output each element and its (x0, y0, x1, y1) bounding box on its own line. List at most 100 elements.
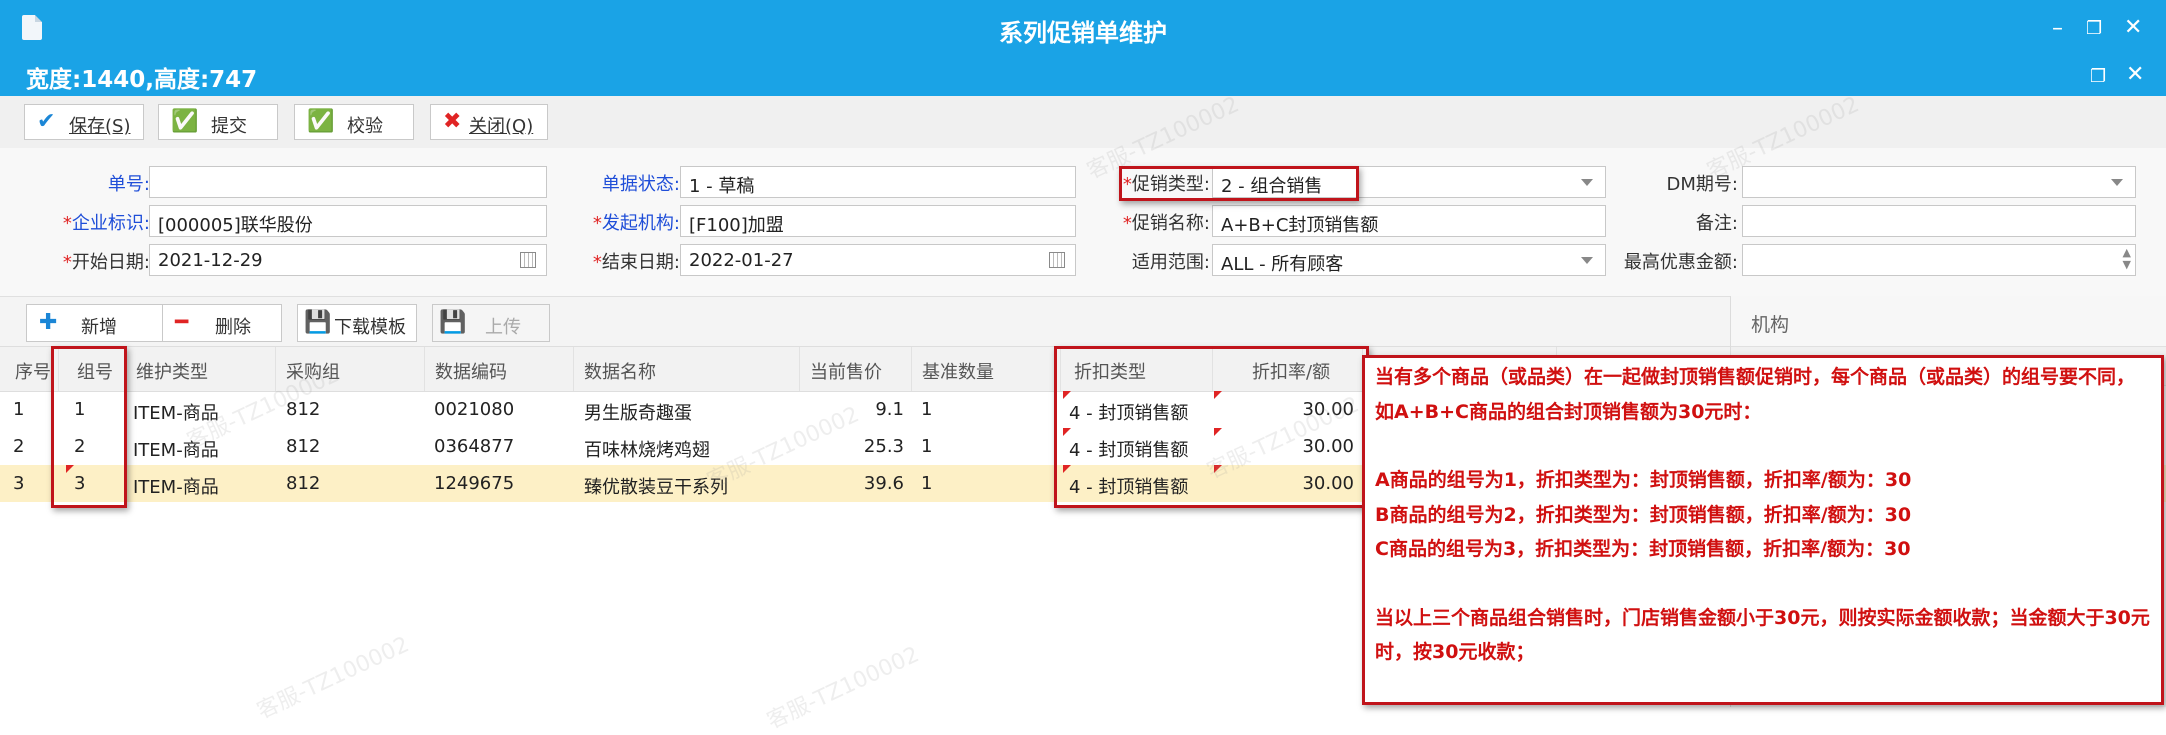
cell-data-name: 臻优散装豆干系列 (584, 477, 728, 498)
cell-data-code[interactable]: 0364877 (434, 436, 514, 457)
end-date-field[interactable]: 2022-01-27 (680, 244, 1076, 276)
highlight-group-column (51, 346, 127, 508)
org-panel-title: 机构 (1751, 314, 1790, 336)
column-divider (573, 347, 574, 391)
doc-no-field[interactable] (149, 166, 547, 198)
cell-purchase-group: 812 (286, 473, 321, 494)
col-base-qty[interactable]: 基准数量 (922, 358, 994, 384)
doc-no-label: 单号: (107, 174, 150, 195)
close-icon[interactable]: ✕ (2124, 17, 2142, 39)
circle-check-icon: ✅ (307, 109, 335, 134)
col-data-code[interactable]: 数据编码 (435, 358, 507, 384)
cell-price: 25.3 (863, 436, 904, 457)
close-label: 关闭(Q) (469, 116, 534, 137)
close-button[interactable]: ✖ 关闭(Q) (430, 104, 548, 140)
start-date-label-text: 开始日期: (71, 252, 150, 273)
company-label-text: 企业标识: (71, 213, 150, 234)
column-divider (911, 347, 912, 391)
promo-name-label-text: 促销名称: (1131, 213, 1210, 234)
doc-status-label: 单据状态: (601, 174, 680, 195)
watermark: 客服-TZ100002 (763, 642, 924, 735)
cell-seq: 2 (13, 436, 25, 457)
window-title: 系列促销单维护 (999, 19, 1167, 47)
max-discount-field[interactable]: ▲ ▼ (1742, 244, 2136, 276)
scope-select[interactable]: ALL - 所有顾客 (1212, 244, 1606, 276)
cell-data-name: 百味林烧烤鸡翅 (584, 440, 710, 461)
remark-label: 备注: (1695, 213, 1738, 234)
cell-seq: 1 (13, 399, 25, 420)
download-template-label: 下载模板 (334, 317, 406, 338)
column-divider (424, 347, 425, 391)
cell-data-code[interactable]: 0021080 (434, 399, 514, 420)
submit-label: 提交 (211, 116, 247, 137)
cell-base-qty[interactable]: 1 (921, 399, 932, 420)
spinner-icon[interactable]: ▲ ▼ (2123, 247, 2131, 271)
dm-period-label: DM期号: (1666, 174, 1738, 195)
validate-button[interactable]: ✅ 校验 (294, 104, 414, 140)
save-button[interactable]: ✔ 保存(S) (24, 104, 144, 140)
end-date-label-text: 结束日期: (601, 252, 680, 273)
upload-label: 上传 (485, 317, 521, 338)
chevron-down-icon (2111, 179, 2123, 186)
minus-icon: ━ (175, 310, 189, 335)
download-template-button[interactable]: 💾 下载模板 (297, 304, 417, 342)
origin-org-field[interactable]: [F100]加盟 (680, 205, 1076, 237)
cell-base-qty[interactable]: 1 (921, 436, 932, 457)
highlight-discount-columns (1054, 346, 1369, 508)
cell-maint-type[interactable]: ITEM-商品 (133, 473, 219, 499)
column-divider (799, 347, 800, 391)
promo-name-label: *促销名称: (1122, 213, 1210, 234)
restore-icon[interactable]: ❐ (2086, 18, 2102, 40)
minimize-icon[interactable]: – (2052, 18, 2063, 40)
cell-maint-type[interactable]: ITEM-商品 (133, 436, 219, 462)
start-date-field[interactable]: 2021-12-29 (149, 244, 547, 276)
start-date-label: *开始日期: (62, 252, 150, 273)
cell-purchase-group: 812 (286, 436, 321, 457)
col-data-name[interactable]: 数据名称 (584, 358, 656, 384)
cell-price: 39.6 (863, 473, 904, 494)
scope-value: ALL - 所有顾客 (1221, 254, 1344, 275)
cell-data-name: 男生版奇趣蛋 (584, 403, 692, 424)
start-date-value: 2021-12-29 (158, 250, 263, 271)
cell-price: 9.1 (875, 399, 904, 420)
col-seq[interactable]: 序号 (15, 358, 51, 384)
size-info: 宽度:1440,高度:747 (26, 67, 258, 93)
col-maint-type[interactable]: 维护类型 (136, 358, 208, 384)
submit-button[interactable]: ✅ 提交 (158, 104, 278, 140)
highlight-promo-type (1119, 166, 1359, 201)
delete-button[interactable]: ━ 删除 (162, 304, 282, 342)
company-label: *企业标识: (62, 213, 150, 234)
doc-status-field: 1 - 草稿 (680, 166, 1076, 198)
watermark: 客服-TZ100002 (253, 632, 414, 725)
cell-maint-type[interactable]: ITEM-商品 (133, 399, 219, 425)
window-titlebar: 系列促销单维护 – ❐ ✕ (0, 0, 2166, 58)
cell-base-qty[interactable]: 1 (921, 473, 932, 494)
end-date-label: *结束日期: (592, 252, 680, 273)
origin-org-label-text: 发起机构: (601, 213, 680, 234)
save-label: 保存(S) (69, 116, 131, 137)
dm-period-select[interactable] (1742, 166, 2136, 198)
plus-icon: ✚ (39, 310, 58, 335)
annotation-text: 当有多个商品（或品类）在一起做封顶销售额促销时，每个商品（或品类）的组号要不同，… (1375, 366, 2136, 423)
remark-field[interactable] (1742, 205, 2136, 237)
annotation-text: B商品的组号为2，折扣类型为：封顶销售额，折扣率/额为：30 (1375, 503, 1912, 526)
inner-close-icon[interactable]: ✕ (2126, 64, 2144, 86)
inner-restore-icon[interactable]: ❐ (2090, 66, 2106, 88)
annotation-text: A商品的组号为1，折扣类型为：封顶销售额，折扣率/额为：30 (1375, 469, 1912, 491)
delete-label: 删除 (215, 317, 251, 338)
col-price[interactable]: 当前售价 (810, 358, 882, 384)
cell-seq: 3 (13, 473, 25, 494)
cell-data-code[interactable]: 1249675 (434, 473, 514, 494)
cell-purchase-group: 812 (286, 399, 321, 420)
floppy-icon: 💾 (304, 310, 332, 335)
col-purchase-group[interactable]: 采购组 (286, 358, 340, 384)
max-discount-label: 最高优惠金额: (1623, 252, 1738, 273)
scope-label: 适用范围: (1131, 252, 1210, 273)
company-field[interactable]: [000005]联华股份 (149, 205, 547, 237)
circle-check-icon: ✅ (171, 109, 199, 134)
column-divider (275, 347, 276, 391)
annotation-text: C商品的组号为3，折扣类型为：封顶销售额，折扣率/额为：30 (1375, 538, 1911, 560)
add-button[interactable]: ✚ 新增 (26, 304, 184, 342)
promo-name-field[interactable]: A+B+C封顶销售额 (1212, 205, 1606, 237)
annotation-callout: 当有多个商品（或品类）在一起做封顶销售额促销时，每个商品（或品类）的组号要不同，… (1362, 355, 2164, 705)
